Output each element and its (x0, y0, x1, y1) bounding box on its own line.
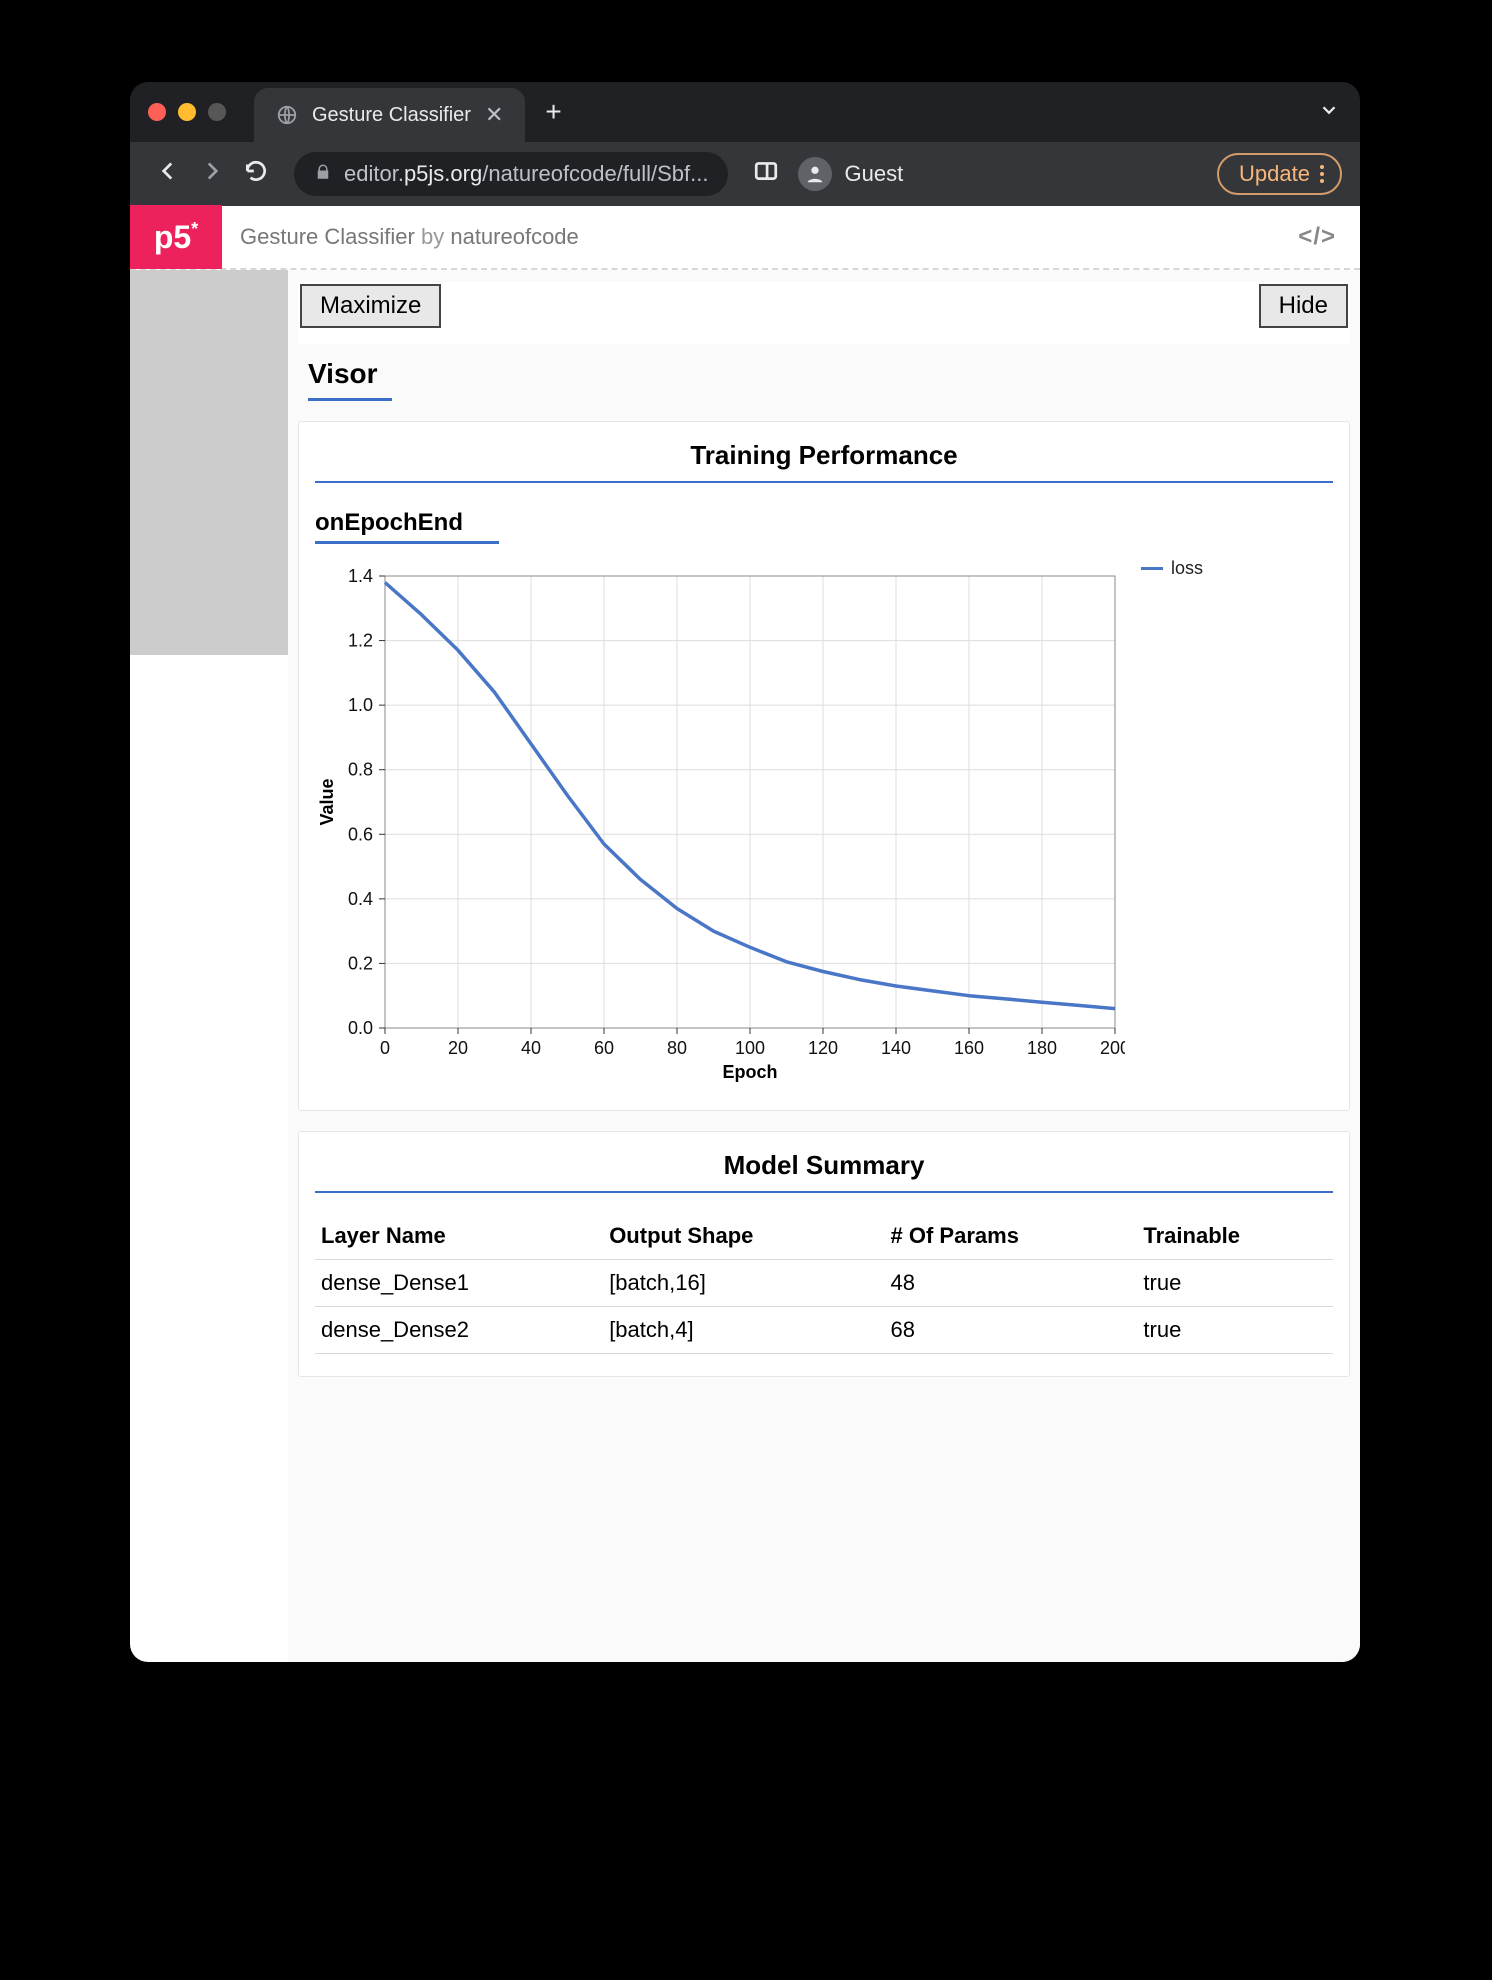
visor-tab-title[interactable]: Visor (298, 344, 1350, 398)
svg-text:0.4: 0.4 (348, 889, 373, 909)
legend-swatch (1141, 567, 1163, 570)
browser-tab[interactable]: Gesture Classifier ✕ (254, 88, 525, 142)
table-header: Layer Name (315, 1213, 603, 1260)
table-cell: 48 (885, 1260, 1138, 1307)
svg-text:Value: Value (317, 778, 337, 825)
sketch-heading: Gesture Classifier by natureofcode (240, 224, 579, 250)
training-performance-card: Training Performance onEpochEnd 0 20 40 60 8… (298, 421, 1350, 1111)
table-header: Trainable (1137, 1213, 1333, 1260)
url-text: editor.p5js.org/natureofcode/full/Sbf... (344, 161, 708, 187)
tfjs-visor: Maximize Hide Visor Training Performance… (288, 270, 1360, 1662)
close-tab-icon[interactable]: ✕ (485, 102, 503, 128)
svg-text:0.0: 0.0 (348, 1018, 373, 1038)
view-code-button[interactable]: </> (1298, 223, 1336, 251)
globe-icon (276, 104, 298, 126)
sketch-author[interactable]: natureofcode (450, 224, 578, 249)
tab-bar: Gesture Classifier ✕ + (130, 82, 1360, 142)
chart-subtitle: onEpochEnd (315, 509, 1333, 537)
visor-tab-underline (308, 398, 392, 401)
table-row: dense_Dense1[batch,16]48true (315, 1260, 1333, 1307)
minimize-window-button[interactable] (178, 103, 196, 121)
sketch-name: Gesture Classifier (240, 224, 415, 249)
svg-text:200: 200 (1100, 1038, 1125, 1058)
svg-text:160: 160 (954, 1038, 984, 1058)
model-summary-table: Layer NameOutput Shape# Of ParamsTrainab… (315, 1213, 1333, 1354)
svg-text:1.2: 1.2 (348, 631, 373, 651)
table-header: Output Shape (603, 1213, 884, 1260)
window-controls (148, 103, 226, 121)
profile-avatar[interactable] (798, 157, 832, 191)
page-content: Maximize Hide Visor Training Performance… (130, 270, 1360, 1662)
svg-text:0.2: 0.2 (348, 953, 373, 973)
svg-text:180: 180 (1027, 1038, 1057, 1058)
table-cell: true (1137, 1307, 1333, 1354)
legend-label: loss (1171, 558, 1203, 579)
svg-text:1.0: 1.0 (348, 695, 373, 715)
loss-chart: 0 20 40 60 80 100 120 140 160 180 200 0.0 0.2 0.4 0.6 0… (315, 558, 1125, 1088)
svg-text:0: 0 (380, 1038, 390, 1058)
table-cell: dense_Dense2 (315, 1307, 603, 1354)
svg-text:100: 100 (735, 1038, 765, 1058)
lock-icon (314, 161, 332, 187)
svg-text:Epoch: Epoch (722, 1062, 777, 1082)
tab-overflow-button[interactable] (1318, 99, 1340, 126)
table-cell: [batch,16] (603, 1260, 884, 1307)
svg-text:80: 80 (667, 1038, 687, 1058)
tab-title: Gesture Classifier (312, 104, 471, 127)
table-cell: true (1137, 1260, 1333, 1307)
svg-text:20: 20 (448, 1038, 468, 1058)
svg-text:140: 140 (881, 1038, 911, 1058)
summary-title: Model Summary (315, 1150, 1333, 1193)
svg-text:120: 120 (808, 1038, 838, 1058)
browser-window: Gesture Classifier ✕ + editor.p5js.org/n… (130, 82, 1360, 1662)
card-title: Training Performance (315, 440, 1333, 483)
p5-logo[interactable]: p5* (130, 205, 222, 269)
close-window-button[interactable] (148, 103, 166, 121)
svg-text:0.6: 0.6 (348, 824, 373, 844)
zoom-window-button[interactable] (208, 103, 226, 121)
table-header: # Of Params (885, 1213, 1138, 1260)
p5-header: p5* Gesture Classifier by natureofcode <… (130, 206, 1360, 270)
visor-controls: Maximize Hide (298, 282, 1350, 344)
browser-toolbar: editor.p5js.org/natureofcode/full/Sbf...… (130, 142, 1360, 206)
maximize-button[interactable]: Maximize (300, 284, 441, 328)
back-button[interactable] (148, 158, 188, 190)
panel-icon[interactable] (746, 158, 786, 190)
reload-button[interactable] (236, 158, 276, 190)
update-label: Update (1239, 161, 1310, 187)
svg-text:1.4: 1.4 (348, 566, 373, 586)
table-cell: 68 (885, 1307, 1138, 1354)
sketch-canvas[interactable] (130, 270, 288, 655)
model-summary-card: Model Summary Layer NameOutput Shape# Of… (298, 1131, 1350, 1377)
table-cell: dense_Dense1 (315, 1260, 603, 1307)
chart-legend: loss (1141, 558, 1203, 579)
table-row: dense_Dense2[batch,4]68true (315, 1307, 1333, 1354)
more-icon (1320, 165, 1324, 183)
update-button[interactable]: Update (1217, 153, 1342, 195)
svg-text:60: 60 (594, 1038, 614, 1058)
svg-text:0.8: 0.8 (348, 760, 373, 780)
table-cell: [batch,4] (603, 1307, 884, 1354)
forward-button[interactable] (192, 158, 232, 190)
profile-label: Guest (844, 161, 903, 187)
new-tab-button[interactable]: + (545, 96, 561, 128)
hide-button[interactable]: Hide (1259, 284, 1348, 328)
svg-text:40: 40 (521, 1038, 541, 1058)
address-bar[interactable]: editor.p5js.org/natureofcode/full/Sbf... (294, 152, 728, 196)
